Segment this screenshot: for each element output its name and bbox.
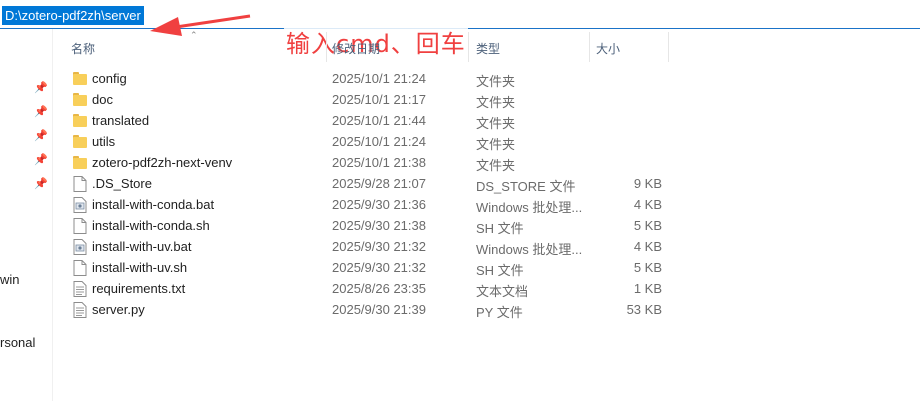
file-row[interactable]: zotero-pdf2zh-next-venv 2025/10/1 21:38 文件… (64, 152, 674, 173)
file-size: 5 KB (633, 218, 662, 233)
folder-icon (73, 155, 87, 169)
pin-icon[interactable]: 📌 (34, 105, 48, 119)
file-type: SH 文件 (476, 263, 524, 278)
file-row[interactable]: utils 2025/10/1 21:24 文件夹 (64, 131, 674, 152)
nav-item[interactable]: rsonal (0, 335, 35, 350)
file-date: 2025/10/1 21:44 (332, 113, 426, 128)
file-type: 文件夹 (476, 95, 516, 110)
file-type: DS_STORE 文件 (476, 179, 576, 194)
pin-icon[interactable]: 📌 (34, 153, 48, 167)
column-divider[interactable] (668, 32, 669, 62)
file-date: 2025/10/1 21:24 (332, 134, 426, 149)
pin-icon[interactable]: 📌 (34, 81, 48, 95)
file-row[interactable]: install-with-uv.bat 2025/9/30 21:32 Window… (64, 236, 674, 257)
file-name: install-with-uv.bat (92, 239, 192, 254)
file-name: install-with-conda.sh (92, 218, 210, 233)
file-row[interactable]: install-with-conda.bat 2025/9/30 21:36 Win… (64, 194, 674, 215)
file-type: Windows 批处理... (476, 242, 583, 257)
file-name: zotero-pdf2zh-next-venv (92, 155, 233, 170)
file-size: 1 KB (633, 281, 662, 296)
file-type: 文件夹 (476, 116, 516, 131)
file-size: 4 KB (633, 197, 662, 212)
file-type: 文件夹 (476, 74, 516, 89)
file-type: PY 文件 (476, 305, 523, 320)
file-name: config (92, 71, 127, 86)
text-file-icon (73, 302, 87, 323)
file-size: 4 KB (633, 239, 662, 254)
file-row[interactable]: config 2025/10/1 21:24 文件夹 (64, 68, 674, 89)
file-name: install-with-uv.sh (92, 260, 188, 275)
file-name: translated (92, 113, 150, 128)
file-date: 2025/8/26 23:35 (332, 281, 426, 296)
folder-icon (73, 71, 87, 85)
pin-icon[interactable]: 📌 (34, 177, 48, 191)
nav-item[interactable]: win (0, 272, 20, 287)
file-date: 2025/10/1 21:38 (332, 155, 426, 170)
column-divider[interactable] (468, 32, 469, 62)
column-header-date[interactable]: 修改日期 (332, 40, 380, 57)
column-header-size[interactable]: 大小 (596, 40, 620, 57)
folder-icon (73, 92, 87, 106)
file-name: doc (92, 92, 113, 107)
column-header-name[interactable]: 名称 (71, 40, 95, 57)
file-row[interactable]: requirements.txt 2025/8/26 23:35 文本文档 1 KB (64, 278, 674, 299)
folder-icon (73, 113, 87, 127)
file-date: 2025/9/30 21:36 (332, 197, 426, 212)
file-date: 2025/10/1 21:17 (332, 92, 426, 107)
column-divider[interactable] (326, 32, 327, 62)
address-path-input[interactable]: D:\zotero-pdf2zh\server (2, 6, 144, 25)
column-divider[interactable] (589, 32, 590, 62)
file-name: requirements.txt (92, 281, 186, 296)
file-type: 文本文档 (476, 284, 529, 299)
file-name: .DS_Store (92, 176, 152, 191)
file-size: 9 KB (633, 176, 662, 191)
file-type: 文件夹 (476, 158, 516, 173)
file-size: 53 KB (626, 302, 662, 317)
file-date: 2025/9/30 21:32 (332, 239, 426, 254)
file-row[interactable]: install-with-uv.sh 2025/9/30 21:32 SH 文件 5 … (64, 257, 674, 278)
file-name: server.py (92, 302, 145, 317)
file-date: 2025/10/1 21:24 (332, 71, 426, 86)
file-date: 2025/9/30 21:38 (332, 218, 426, 233)
file-type: 文件夹 (476, 137, 516, 152)
file-row[interactable]: .DS_Store 2025/9/28 21:07 DS_STORE 文件 9 KB (64, 173, 674, 194)
file-name: install-with-conda.bat (92, 197, 215, 212)
column-header-type[interactable]: 类型 (476, 40, 500, 57)
file-row[interactable]: server.py 2025/9/30 21:39 PY 文件 53 KB (64, 299, 674, 320)
file-name: utils (92, 134, 116, 149)
sort-ascending-icon: ⌃ (190, 30, 198, 40)
file-type: Windows 批处理... (476, 200, 583, 215)
file-date: 2025/9/30 21:39 (332, 302, 426, 317)
file-row[interactable]: doc 2025/10/1 21:17 文件夹 (64, 89, 674, 110)
file-date: 2025/9/28 21:07 (332, 176, 426, 191)
pin-icon[interactable]: 📌 (34, 129, 48, 143)
file-row[interactable]: install-with-conda.sh 2025/9/30 21:38 SH 文… (64, 215, 674, 236)
file-type: SH 文件 (476, 221, 524, 236)
file-size: 5 KB (633, 260, 662, 275)
file-row[interactable]: translated 2025/10/1 21:44 文件夹 (64, 110, 674, 131)
folder-icon (73, 134, 87, 148)
file-date: 2025/9/30 21:32 (332, 260, 426, 275)
navigation-pane: 📌 📌 📌 📌 📌 win rsonal (0, 29, 53, 401)
